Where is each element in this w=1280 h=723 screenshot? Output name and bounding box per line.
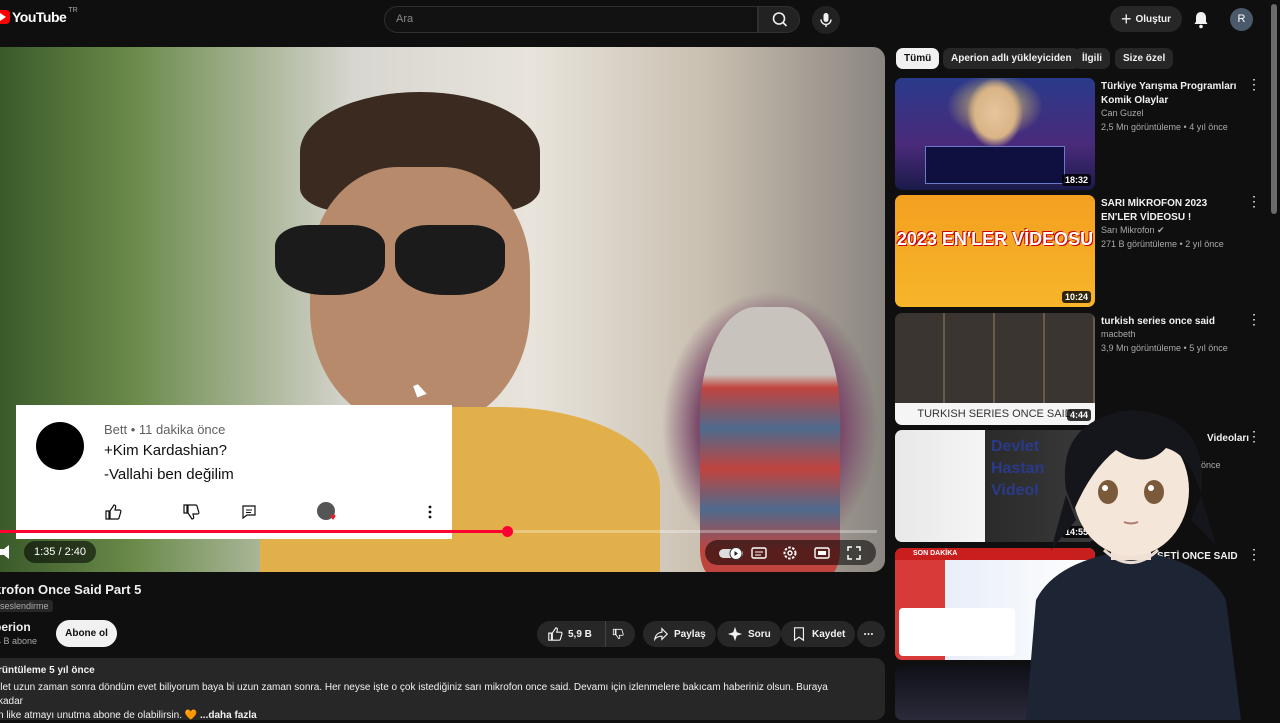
microphone-icon — [820, 13, 832, 27]
thumbnail-text: 2023 EN'LER VİDEOSU — [896, 229, 1094, 249]
page-scrollbar[interactable] — [1271, 4, 1277, 214]
save-button[interactable]: Kaydet — [781, 621, 856, 647]
recommendation-title[interactable]: turkish series once said — [1101, 315, 1241, 329]
fullscreen-icon[interactable] — [845, 544, 863, 562]
chip-related[interactable]: İlgili — [1074, 48, 1110, 69]
share-button[interactable]: Paylaş — [643, 621, 716, 647]
create-button[interactable]: + Oluştur — [1110, 6, 1182, 32]
recommendation-views: 271 B görüntüleme • 2 yıl önce — [1101, 239, 1224, 249]
progress-bar[interactable] — [0, 526, 877, 537]
recommendation-title[interactable]: Türkiye Yarışma Programları Komik Olayla… — [1101, 80, 1241, 108]
share-label: Paylaş — [674, 628, 706, 640]
more-vert-icon[interactable]: ⋮ — [1247, 312, 1261, 326]
volume-icon[interactable] — [0, 542, 16, 562]
recommendation-item[interactable]: 2023 EN'LER VİDEOSU 10:24 SARI MİKROFON 2… — [895, 194, 1265, 307]
search-button[interactable] — [758, 6, 800, 33]
right-controls — [705, 540, 876, 565]
dislike-button[interactable] — [605, 621, 635, 647]
recommendation-title[interactable]: SARI MİKROFON 2023 EN'LER VİDEOSU ! — [1101, 197, 1241, 225]
quiz-panel — [925, 146, 1065, 184]
plus-icon: + — [1120, 9, 1132, 29]
thumbs-down-icon[interactable] — [182, 503, 200, 521]
channel-name[interactable]: perion — [0, 620, 31, 634]
settings-gear-icon[interactable] — [781, 544, 799, 562]
comment-avatar — [36, 422, 84, 470]
theater-mode-icon[interactable] — [813, 544, 831, 562]
chip-from-uploader[interactable]: Aperion adlı yükleyiciden — [943, 48, 1080, 69]
reply-icon[interactable] — [240, 503, 258, 521]
account-avatar[interactable]: R — [1230, 8, 1253, 31]
subtitles-icon[interactable] — [750, 544, 768, 562]
thumbs-up-icon[interactable] — [104, 503, 122, 521]
logo-region: TR — [68, 6, 78, 14]
more-vert-icon[interactable]: ⋮ — [1247, 194, 1261, 208]
top-bar: YouTube TR Ara + Oluştur R — [0, 0, 1280, 40]
more-actions-button[interactable] — [857, 621, 885, 647]
thumbs-down-icon — [612, 628, 624, 640]
notifications-bell-icon[interactable] — [1190, 9, 1212, 31]
vtuber-avatar-overlay — [1026, 410, 1241, 720]
recommendation-views: 2,5 Mn görüntüleme • 4 yıl önce — [1101, 122, 1228, 132]
dubbing-badge: seslendirme — [0, 600, 53, 612]
show-more-link[interactable]: ...daha fazla — [200, 710, 257, 721]
subscribe-button[interactable]: Abone ol — [56, 620, 117, 647]
chip-for-you[interactable]: Size özel — [1115, 48, 1174, 69]
description-meta: rüntüleme 5 yıl önce — [0, 665, 95, 676]
more-horiz-icon — [864, 632, 873, 636]
video-player[interactable]: Bett • 11 dakika önce +Kim Kardashian? -… — [0, 47, 885, 572]
recommendation-thumbnail[interactable]: 2023 EN'LER VİDEOSU 10:24 — [895, 195, 1095, 307]
comment-author-time: Bett • 11 dakika önce — [104, 422, 226, 437]
subscriber-count: 4 B abone — [0, 636, 38, 646]
thumbs-up-icon — [548, 627, 563, 641]
time-display: 1:35 / 2:40 — [24, 541, 96, 563]
like-button[interactable]: 5,9 B — [537, 621, 605, 647]
recommendation-channel[interactable]: Can Guzel — [1101, 108, 1144, 118]
like-count: 5,9 B — [568, 628, 592, 640]
comment-line-1: +Kim Kardashian? — [104, 442, 227, 459]
bookmark-icon — [793, 627, 805, 642]
progress-scrubber[interactable] — [501, 526, 513, 537]
youtube-play-icon — [0, 10, 10, 24]
progress-fill — [0, 530, 507, 533]
recommendation-thumbnail[interactable]: 18:32 — [895, 78, 1095, 190]
sparkle-icon — [727, 626, 743, 642]
save-label: Kaydet — [812, 628, 846, 640]
creator-heart-icon — [317, 502, 336, 520]
description-text: llet uzun zaman sonra döndüm evet biliyo… — [0, 681, 848, 723]
comment-line-2: -Vallahi ben değilim — [104, 466, 234, 483]
comment-overlay-card: Bett • 11 dakika önce +Kim Kardashian? -… — [16, 405, 452, 539]
search-icon — [772, 12, 788, 27]
logo-text: YouTube — [12, 9, 67, 25]
ask-button[interactable]: Soru — [717, 621, 781, 647]
description-box[interactable]: rüntüleme 5 yıl önce llet uzun zaman son… — [0, 658, 885, 723]
ask-label: Soru — [748, 628, 771, 640]
share-icon — [653, 627, 669, 642]
duration-badge: 10:24 — [1061, 291, 1091, 303]
autoplay-toggle-icon[interactable] — [718, 544, 743, 562]
left-controls: 1:35 / 2:40 — [0, 541, 96, 563]
description-line-1: llet uzun zaman sonra döndüm evet biliyo… — [0, 682, 828, 707]
recommendation-channel[interactable]: Sarı Mikrofon ✔ — [1101, 225, 1165, 236]
duration-badge: 18:32 — [1061, 174, 1091, 186]
video-frame-sunglasses-left — [275, 225, 385, 295]
description-line-2: n like atmayı unutma abone de olabilirsi… — [0, 710, 201, 721]
more-vert-icon[interactable]: ⋮ — [1247, 77, 1261, 91]
recommendation-channel[interactable]: macbeth — [1101, 329, 1136, 339]
recommendation-views: 3,9 Mn görüntüleme • 5 yıl önce — [1101, 343, 1228, 353]
search-input[interactable]: Ara — [384, 6, 758, 33]
create-label: Oluştur — [1135, 13, 1172, 25]
more-vert-icon[interactable] — [421, 503, 439, 521]
video-title: krofon Once Said Part 5 — [0, 582, 142, 597]
chip-all[interactable]: Tümü — [896, 48, 940, 69]
video-frame-sunglasses-right — [395, 225, 505, 295]
voice-search-button[interactable] — [812, 6, 840, 34]
recommendation-item[interactable]: 18:32 Türkiye Yarışma Programları Komik … — [895, 77, 1265, 190]
youtube-logo[interactable]: YouTube TR — [0, 6, 78, 25]
